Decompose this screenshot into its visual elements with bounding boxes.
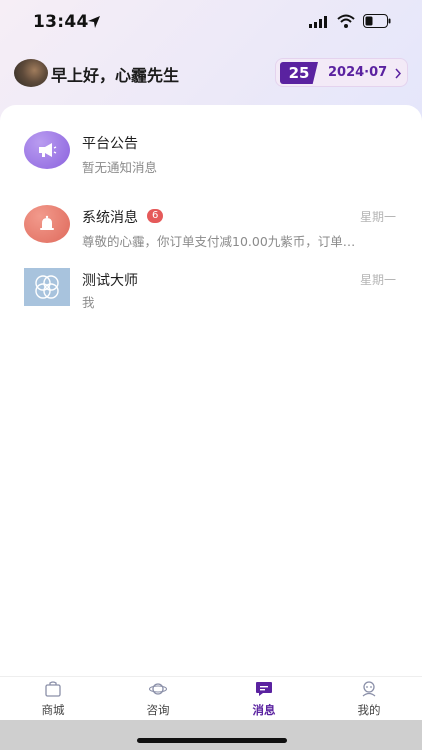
item-subtitle: 我 — [82, 295, 95, 310]
greeting-text: 早上好，心霾先生 — [51, 66, 180, 85]
item-title: 系统消息 — [82, 210, 138, 226]
location-arrow-icon — [88, 16, 100, 28]
tab-bar: 商城 咨询 消息 我的 — [0, 676, 422, 720]
tab-consult[interactable]: 咨询 — [118, 677, 198, 721]
circles-logo-icon — [24, 268, 70, 306]
list-item-system-message[interactable]: 系统消息 6 星期一 尊敬的心霾，你订单支付减10.00九紫币，订单… — [0, 199, 422, 259]
item-subtitle: 尊敬的心霾，你订单支付减10.00九紫币，订单… — [82, 234, 356, 249]
bag-icon — [45, 681, 61, 697]
megaphone-icon — [24, 131, 70, 169]
message-icon — [256, 682, 272, 696]
item-subtitle: 暂无通知消息 — [82, 160, 158, 175]
tab-mall[interactable]: 商城 — [13, 677, 93, 721]
tab-messages[interactable]: 消息 — [224, 677, 304, 721]
item-time: 星期一 — [359, 210, 396, 224]
date-selector[interactable]: 25 2024·07 — [275, 58, 408, 87]
unread-count-badge: 6 — [147, 209, 164, 223]
status-time: 13:44 — [33, 12, 89, 32]
battery-icon — [363, 14, 391, 28]
message-list: 平台公告 暂无通知消息 系统消息 6 星期一 尊敬的心霾，你订单支付减10.00… — [0, 105, 422, 676]
list-item-platform-notice[interactable]: 平台公告 暂无通知消息 — [0, 125, 422, 185]
tab-mine[interactable]: 我的 — [329, 677, 409, 721]
home-indicator[interactable] — [137, 738, 287, 743]
profile-icon — [362, 681, 376, 697]
tab-label: 我的 — [357, 703, 381, 717]
home-indicator-area — [0, 720, 422, 750]
date-month: 2024·07 — [328, 65, 388, 80]
status-bar: 13:44 — [0, 0, 422, 44]
item-time: 星期一 — [359, 273, 396, 287]
tab-label: 消息 — [252, 703, 276, 717]
list-item-test-master[interactable]: 测试大师 星期一 我 — [0, 267, 422, 327]
tab-label: 商城 — [41, 703, 65, 717]
tab-label: 咨询 — [146, 703, 170, 717]
avatar[interactable] — [14, 59, 48, 87]
item-title: 平台公告 — [82, 136, 138, 152]
date-day: 25 — [280, 62, 318, 84]
item-title: 测试大师 — [82, 273, 138, 289]
wifi-icon — [337, 14, 355, 28]
planet-icon — [149, 683, 167, 695]
bell-icon — [24, 205, 70, 243]
cellular-signal-icon — [309, 16, 327, 28]
chevron-right-icon — [395, 68, 402, 79]
